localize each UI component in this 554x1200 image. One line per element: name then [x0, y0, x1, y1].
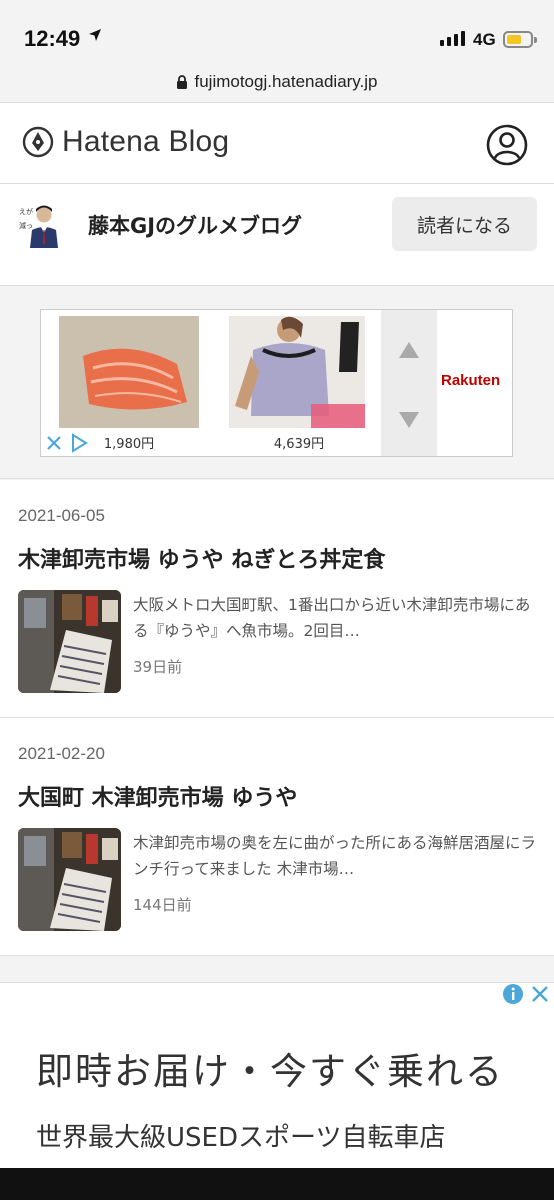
address-bar[interactable]: fujimotogj.hatenadiary.jp: [0, 62, 554, 102]
svg-text:減っ: 減っ: [19, 221, 33, 230]
arrow-up-icon[interactable]: [381, 310, 437, 380]
url-text: fujimotogj.hatenadiary.jp: [194, 72, 378, 91]
arrow-down-icon[interactable]: [381, 386, 437, 456]
article-relative-date: 39日前: [133, 658, 183, 676]
restaurant-photo-image: [18, 590, 121, 693]
article-title[interactable]: 木津卸売市場 ゆうや ねぎとろ丼定食: [18, 542, 385, 574]
article-item[interactable]: 2021-02-20 大国町 木津卸売市場 ゆうや 木津卸売市場の奥を左に曲がっ…: [0, 718, 554, 956]
subscribe-button[interactable]: 読者になる: [392, 197, 537, 251]
article-thumbnail[interactable]: [18, 828, 121, 931]
cellular-signal-icon: [440, 31, 465, 46]
blog-avatar[interactable]: えが 減っ: [18, 200, 62, 248]
battery-icon: [503, 31, 537, 48]
ad-product-card[interactable]: 4,639円: [225, 316, 373, 454]
pen-nib-icon: [22, 126, 54, 158]
article-excerpt: 大阪メトロ大国町駅、1番出口から近い木津卸売市場にある『ゆうや』へ魚市場。2回目…: [133, 596, 531, 640]
blog-title[interactable]: 藤本GJのグルメブログ: [88, 210, 302, 240]
blouse-product-image: [229, 316, 365, 428]
status-time: 12:49: [24, 26, 81, 51]
adchoices-icon[interactable]: [69, 433, 89, 453]
ad-close-icon[interactable]: [530, 983, 550, 1005]
logo-text: Hatena Blog: [62, 125, 230, 158]
hatena-blog-logo[interactable]: Hatena Blog: [22, 125, 229, 159]
rakuten-logo: Rakuten: [441, 372, 501, 389]
article-title[interactable]: 大国町 木津卸売市場 ゆうや: [18, 780, 297, 812]
article-date: 2021-02-20: [18, 744, 105, 763]
article-relative-date: 144日前: [133, 896, 192, 914]
site-header: Hatena Blog: [0, 102, 554, 184]
network-type: 4G: [473, 30, 496, 49]
ad-scroll-arrows[interactable]: [381, 310, 437, 456]
article-list: 2021-06-05 木津卸売市場 ゆうや ねぎとろ丼定食 大阪メトロ大国町駅、…: [0, 480, 554, 956]
lock-icon: [177, 74, 188, 89]
ad-controls: [502, 983, 550, 1005]
article-thumbnail[interactable]: [18, 590, 121, 693]
article-item[interactable]: 2021-06-05 木津卸売市場 ゆうや ねぎとろ丼定食 大阪メトロ大国町駅、…: [0, 480, 554, 718]
home-indicator-bar: [0, 1168, 554, 1200]
restaurant-photo-image: [18, 828, 121, 931]
status-bar: 12:49 4G: [0, 0, 554, 62]
user-account-icon[interactable]: [485, 123, 529, 167]
ad-close-icon[interactable]: [45, 434, 63, 452]
article-excerpt: 木津卸売市場の奥を左に曲がった所にある海鮮居酒屋にランチ行って来ました 木津市場…: [133, 834, 537, 878]
ad-headline: 即時お届け・今すぐ乗れる: [36, 1050, 504, 1093]
salmon-product-image: [59, 316, 199, 428]
location-arrow-icon: [89, 29, 101, 41]
ad-info-icon[interactable]: [502, 983, 524, 1005]
article-date: 2021-06-05: [18, 506, 105, 525]
svg-text:えが: えが: [19, 207, 33, 216]
ad-price: 4,639円: [273, 437, 325, 452]
rakuten-ad-banner[interactable]: 1,980円 4,639円 Rakuten: [40, 309, 513, 457]
ad-subline: 世界最大級USEDスポーツ自転車店: [36, 1123, 446, 1153]
